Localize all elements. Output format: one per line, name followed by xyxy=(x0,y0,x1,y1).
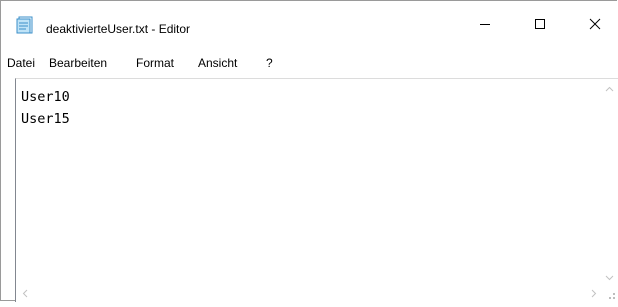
text-line: User15 xyxy=(21,111,70,127)
chevron-up-icon xyxy=(605,79,614,97)
chevron-right-icon xyxy=(591,285,597,303)
menu-help[interactable]: ? xyxy=(266,56,273,70)
resize-grip-icon xyxy=(601,289,618,306)
maximize-icon xyxy=(534,18,546,30)
menu-datei[interactable]: Datei xyxy=(7,56,35,70)
maximize-button[interactable] xyxy=(517,9,563,39)
menu-bar: Datei Bearbeiten Format Ansicht ? xyxy=(1,53,618,73)
editor-text[interactable]: User10 User15 xyxy=(21,86,70,130)
minimize-icon xyxy=(479,18,491,30)
scroll-down-arrow[interactable] xyxy=(601,268,618,285)
menu-format[interactable]: Format xyxy=(136,56,174,70)
editor-window: deaktivierteUser.txt - Editor Datei Bear… xyxy=(0,0,618,302)
close-button[interactable] xyxy=(572,9,618,39)
minimize-button[interactable] xyxy=(462,9,508,39)
menu-bearbeiten[interactable]: Bearbeiten xyxy=(49,56,107,70)
text-editor[interactable]: User10 User15 xyxy=(15,78,618,302)
chevron-down-icon xyxy=(605,268,614,286)
menu-ansicht[interactable]: Ansicht xyxy=(198,56,237,70)
scroll-up-arrow[interactable] xyxy=(601,79,618,96)
resize-grip[interactable] xyxy=(601,285,618,302)
window-title: deaktivierteUser.txt - Editor xyxy=(46,22,191,36)
chevron-left-icon xyxy=(22,285,28,303)
notepad-icon xyxy=(16,16,35,34)
vertical-scrollbar[interactable] xyxy=(601,79,618,285)
scroll-left-arrow[interactable] xyxy=(16,285,33,302)
horizontal-scrollbar[interactable] xyxy=(16,285,602,302)
close-icon xyxy=(589,18,601,30)
scroll-right-arrow[interactable] xyxy=(585,285,602,302)
title-bar[interactable]: deaktivierteUser.txt - Editor xyxy=(1,1,618,47)
text-line: User10 xyxy=(21,89,70,105)
